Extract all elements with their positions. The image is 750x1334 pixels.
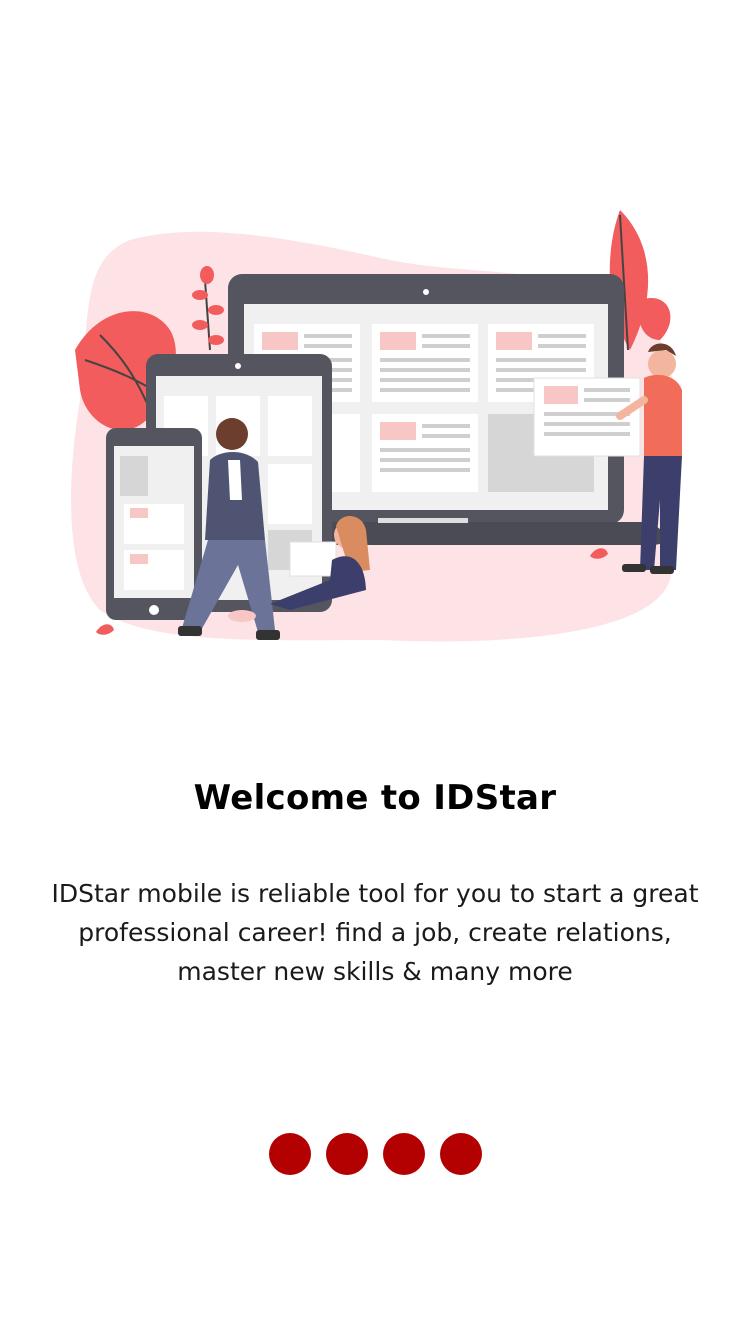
welcome-description: IDStar mobile is reliable tool for you t… (51, 879, 699, 986)
page-indicator-dot[interactable] (439, 1133, 482, 1175)
page-indicator-dot[interactable] (382, 1133, 425, 1175)
page-indicator-dot[interactable] (325, 1133, 368, 1175)
page-indicator-dot[interactable] (268, 1133, 311, 1175)
page-indicator (0, 1133, 750, 1177)
welcome-title: Welcome to IDStar (193, 778, 557, 818)
onboarding-illustration (60, 200, 690, 660)
